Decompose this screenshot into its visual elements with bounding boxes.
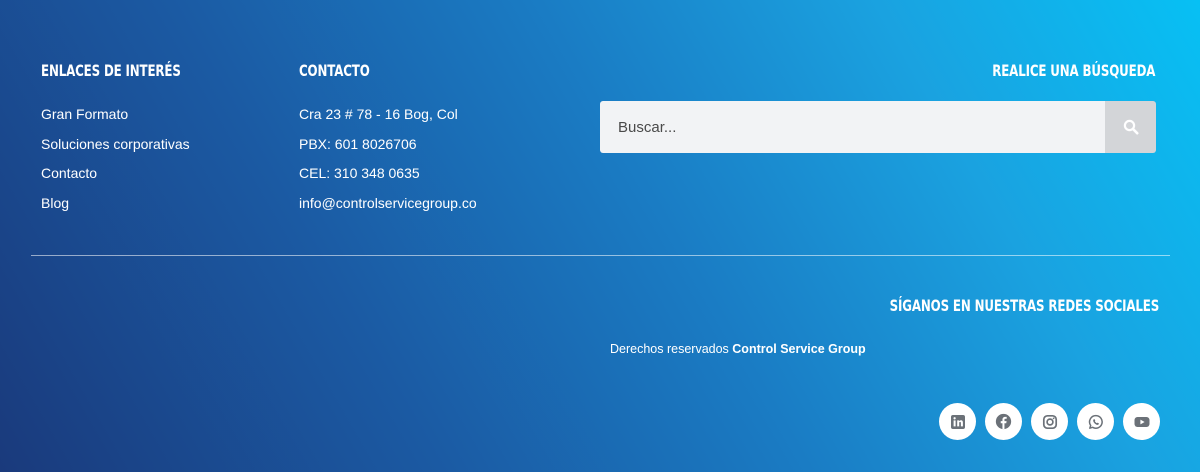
search-button[interactable] <box>1105 101 1156 153</box>
links-list: Gran Formato Soluciones corporativas Con… <box>41 105 190 223</box>
links-heading: Enlaces de interés <box>41 61 181 80</box>
contact-cel: CEL: 310 348 0635 <box>299 165 420 181</box>
search-form <box>600 101 1156 153</box>
social-icons <box>939 403 1160 440</box>
youtube-icon <box>1134 416 1149 427</box>
contact-email[interactable]: info@controlservicegroup.co <box>299 194 477 224</box>
instagram-button[interactable] <box>1031 403 1068 440</box>
search-heading: Realice una búsqueda <box>992 61 1155 80</box>
link-contacto[interactable]: Contacto <box>41 164 190 194</box>
facebook-button[interactable] <box>985 403 1022 440</box>
linkedin-button[interactable] <box>939 403 976 440</box>
contact-list: Cra 23 # 78 - 16 Bog, Col PBX: 601 80267… <box>299 105 477 223</box>
link-blog[interactable]: Blog <box>41 194 190 224</box>
facebook-icon <box>995 413 1012 430</box>
linkedin-icon <box>950 414 965 429</box>
footer-divider <box>31 255 1170 256</box>
copyright-text: Derechos reservados Control Service Grou… <box>610 342 866 356</box>
copyright-prefix: Derechos reservados <box>610 342 733 356</box>
link-gran-formato[interactable]: Gran Formato <box>41 105 190 135</box>
social-heading: Síganos en nuestras redes sociales <box>889 296 1160 315</box>
youtube-button[interactable] <box>1123 403 1160 440</box>
contact-pbx: PBX: 601 8026706 <box>299 135 417 152</box>
instagram-icon <box>1042 414 1057 429</box>
whatsapp-button[interactable] <box>1077 403 1114 440</box>
search-icon <box>1123 119 1138 135</box>
contact-address: Cra 23 # 78 - 16 Bog, Col <box>299 106 458 122</box>
copyright-company: Control Service Group <box>732 342 866 356</box>
whatsapp-icon <box>1088 414 1103 429</box>
contact-heading: Contacto <box>299 61 370 80</box>
link-soluciones-corporativas[interactable]: Soluciones corporativas <box>41 135 190 165</box>
search-input[interactable] <box>600 101 1105 153</box>
